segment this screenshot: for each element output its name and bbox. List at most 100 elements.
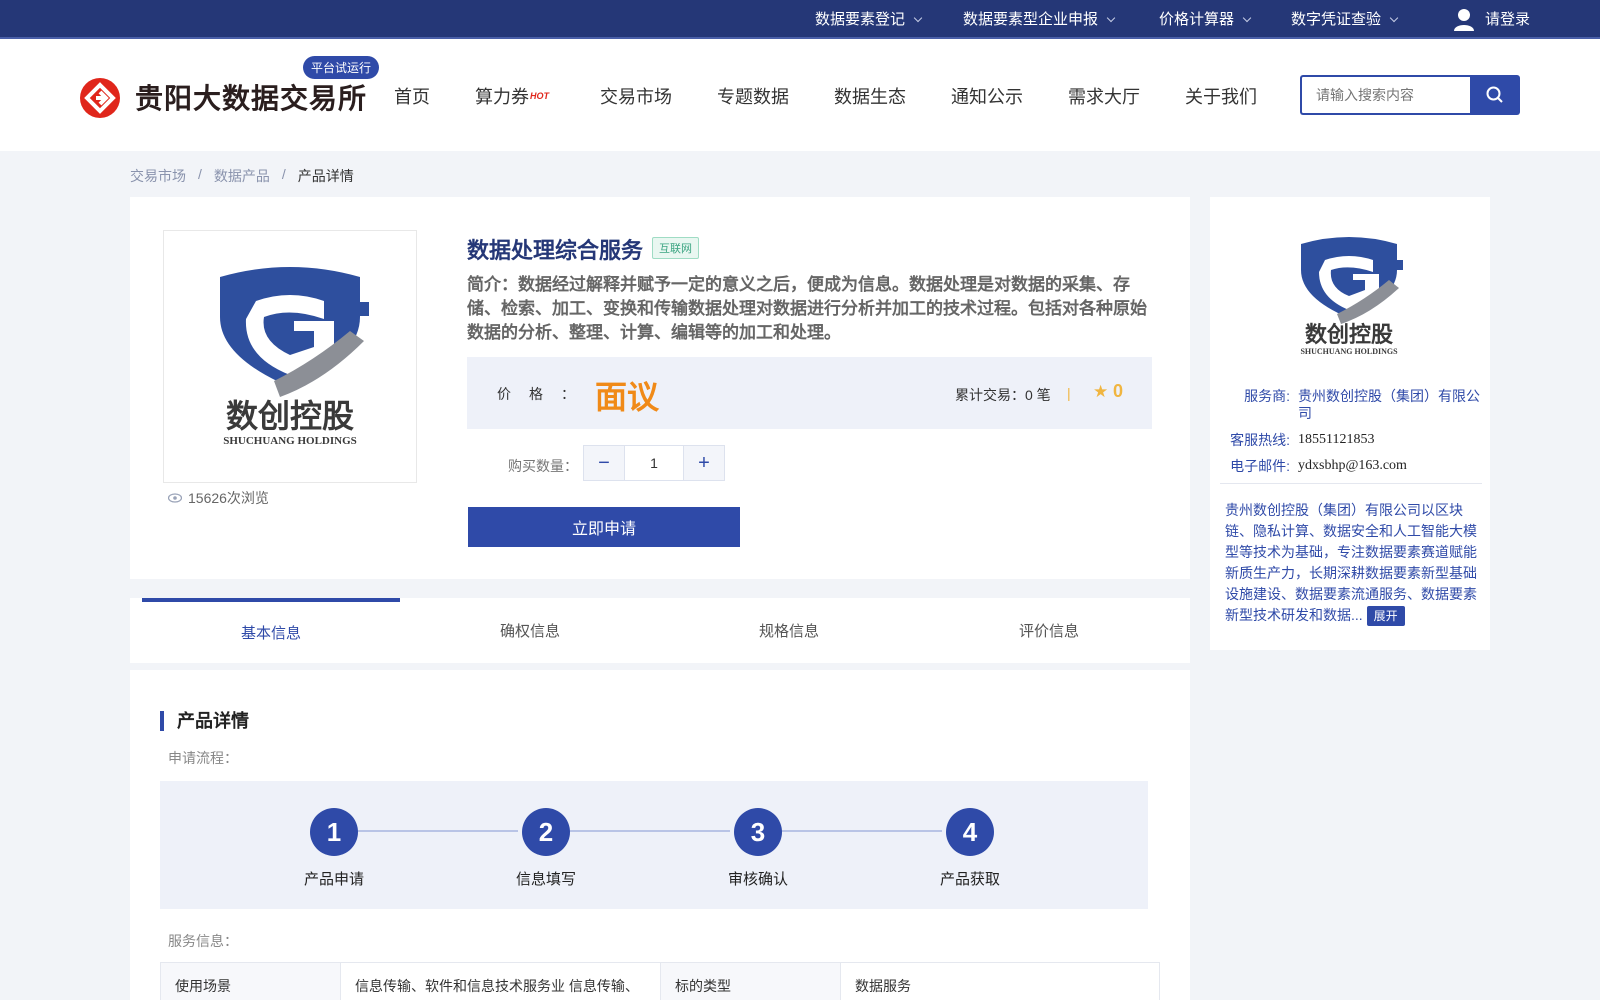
category-tag: 互联网 xyxy=(652,237,699,259)
tab-ownership-info[interactable]: 确权信息 xyxy=(401,598,659,663)
shuchuang-logo-icon: 数创控股 SHUCHUANG HOLDINGS xyxy=(220,267,369,447)
decrement-button[interactable]: − xyxy=(584,446,624,480)
separator: | xyxy=(1067,385,1071,401)
breadcrumb-data-products[interactable]: 数据产品 xyxy=(214,166,270,186)
chevron-down-icon xyxy=(1106,13,1116,22)
process-steps: 1 2 3 4 产品申请 信息填写 审核确认 产品获取 xyxy=(160,781,1148,909)
rating-score: 0 xyxy=(1113,381,1124,401)
search-icon xyxy=(1486,86,1503,103)
site-title[interactable]: 贵阳大数据交易所 xyxy=(135,77,367,117)
trade-count: 累计交易：0 笔 xyxy=(955,387,1051,403)
nav-notices[interactable]: 通知公示 xyxy=(951,83,1023,109)
step-label: 产品申请 xyxy=(303,871,364,888)
section-title: 产品详情 xyxy=(160,711,249,731)
quantity-value[interactable]: 1 xyxy=(624,446,684,480)
hot-badge: HOT xyxy=(530,91,549,101)
price-label: 价格： xyxy=(497,386,593,402)
provider-logo-cn: 数创控股 xyxy=(1305,322,1393,348)
topbar-item-price-calculator[interactable]: 价格计算器 xyxy=(1159,0,1252,39)
service-table: 使用场景 信息传输、软件和信息技术服务业 信息传输、 标的类型 数据服务 xyxy=(160,962,1160,1000)
table-key: 使用场景 xyxy=(160,962,341,1000)
topbar-item-data-registration[interactable]: 数据要素登记 xyxy=(815,0,923,39)
step-connector xyxy=(776,830,942,832)
plus-icon: + xyxy=(698,451,710,474)
divider xyxy=(1220,483,1482,484)
topbar-item-enterprise-report[interactable]: 数据要素型企业申报 xyxy=(963,0,1116,39)
header: 贵阳大数据交易所 平台试运行 首页 算力券 HOT 交易市场 专题数据 数据生态… xyxy=(0,39,1600,151)
logo-en-text: SHUCHUANG HOLDINGS xyxy=(223,435,357,447)
breadcrumb-separator: / xyxy=(281,166,286,182)
table-row: 使用场景 信息传输、软件和信息技术服务业 信息传输、 标的类型 数据服务 xyxy=(160,962,1160,1000)
breadcrumb-product-detail: 产品详情 xyxy=(297,168,354,184)
top-bar: 数据要素登记 数据要素型企业申报 价格计算器 数字凭证查验 请登录 xyxy=(0,0,1600,39)
price-value: 面议 xyxy=(595,379,660,415)
chevron-down-icon xyxy=(913,13,923,22)
nav-trading-market[interactable]: 交易市场 xyxy=(600,83,672,109)
apply-button[interactable]: 立即申请 xyxy=(468,507,740,547)
product-title: 数据处理综合服务 xyxy=(467,238,644,263)
tab-review-info[interactable]: 评价信息 xyxy=(920,598,1178,663)
topbar-item-certificate-check[interactable]: 数字凭证查验 xyxy=(1291,0,1399,39)
login-label: 请登录 xyxy=(1485,11,1531,28)
table-key: 标的类型 xyxy=(660,962,841,1000)
step-connector xyxy=(352,830,518,832)
nav-about-us[interactable]: 关于我们 xyxy=(1185,83,1257,109)
chevron-down-icon xyxy=(1389,13,1399,22)
tab-basic-info[interactable]: 基本信息 xyxy=(142,598,400,663)
provider-logo-icon: 数创控股 SHUCHUANG HOLDINGS xyxy=(1300,237,1403,356)
step-label: 产品获取 xyxy=(939,871,1000,888)
step-number: 2 xyxy=(522,808,570,856)
provider-description: 贵州数创控股（集团）有限公司以区块链、隐私计算、数据安全和人工智能大模型等技术为… xyxy=(1225,500,1477,626)
nav-demand-hall[interactable]: 需求大厅 xyxy=(1068,83,1140,109)
view-count-label: 15626次浏览 xyxy=(188,490,269,506)
step-number: 4 xyxy=(946,808,994,856)
chevron-down-icon xyxy=(1242,13,1252,22)
step-number: 3 xyxy=(734,808,782,856)
step-number: 1 xyxy=(310,808,358,856)
logo-cn-text: 数创控股 xyxy=(226,397,354,435)
tab-spec-info[interactable]: 规格信息 xyxy=(660,598,918,663)
topbar-item-label: 数据要素型企业申报 xyxy=(963,11,1099,28)
table-value: 数据服务 xyxy=(840,962,1160,1000)
step-connector xyxy=(564,830,730,832)
price-panel: 价格： 面议 累计交易：0 笔 | ★ 0 xyxy=(467,357,1152,429)
topbar-item-label: 数据要素登记 xyxy=(815,11,906,28)
eye-icon xyxy=(168,493,182,503)
nav-compute-voucher[interactable]: 算力券 xyxy=(475,83,529,109)
process-label: 申请流程： xyxy=(168,750,238,766)
topbar-item-label: 价格计算器 xyxy=(1159,11,1235,28)
provider-logo-en: SHUCHUANG HOLDINGS xyxy=(1300,347,1398,356)
product-image: 数创控股 SHUCHUANG HOLDINGS xyxy=(163,230,417,483)
exchange-logo-icon[interactable] xyxy=(79,77,121,119)
quantity-label: 购买数量： xyxy=(508,458,578,474)
provider-description-text: 贵州数创控股（集团）有限公司以区块链、隐私计算、数据安全和人工智能大模型等技术为… xyxy=(1225,502,1477,623)
quantity-stepper: − 1 + xyxy=(583,445,725,481)
view-count: 15626次浏览 xyxy=(168,488,269,508)
product-intro: 简介：数据经过解释并赋予一定的意义之后，便成为信息。数据处理是对数据的采集、存储… xyxy=(467,275,1147,342)
breadcrumb-trading-market[interactable]: 交易市场 xyxy=(130,166,186,186)
service-label: 服务信息： xyxy=(168,933,238,949)
step-label: 信息填写 xyxy=(515,871,576,888)
nav-home[interactable]: 首页 xyxy=(394,83,430,109)
breadcrumb-separator: / xyxy=(198,166,202,182)
nav-topic-data[interactable]: 专题数据 xyxy=(717,83,789,109)
table-value: 信息传输、软件和信息技术服务业 信息传输、 xyxy=(340,962,661,1000)
search-input[interactable] xyxy=(1300,75,1472,115)
minus-icon: − xyxy=(598,451,610,474)
email-label: 电子邮件: xyxy=(1230,458,1290,474)
breadcrumb: 交易市场 / 数据产品 / 产品详情 xyxy=(130,166,354,186)
user-icon xyxy=(1454,8,1474,31)
increment-button[interactable]: + xyxy=(684,446,724,480)
trial-badge: 平台试运行 xyxy=(303,56,380,79)
provider-name[interactable]: 贵州数创控股（集团）有限公司 xyxy=(1298,388,1483,422)
step-label: 审核确认 xyxy=(727,871,788,888)
tab-bar: 基本信息 确权信息 规格信息 评价信息 xyxy=(130,598,1190,663)
email-value: ydxsbhp@163.com xyxy=(1298,458,1407,473)
star-icon: ★ xyxy=(1093,382,1109,401)
login-link[interactable]: 请登录 xyxy=(1453,0,1530,39)
hotline-value: 18551121853 xyxy=(1298,432,1375,447)
hotline-label: 客服热线: xyxy=(1230,432,1290,448)
nav-data-ecosystem[interactable]: 数据生态 xyxy=(834,83,906,109)
search-button[interactable] xyxy=(1470,75,1520,115)
expand-button[interactable]: 展开 xyxy=(1366,606,1405,626)
